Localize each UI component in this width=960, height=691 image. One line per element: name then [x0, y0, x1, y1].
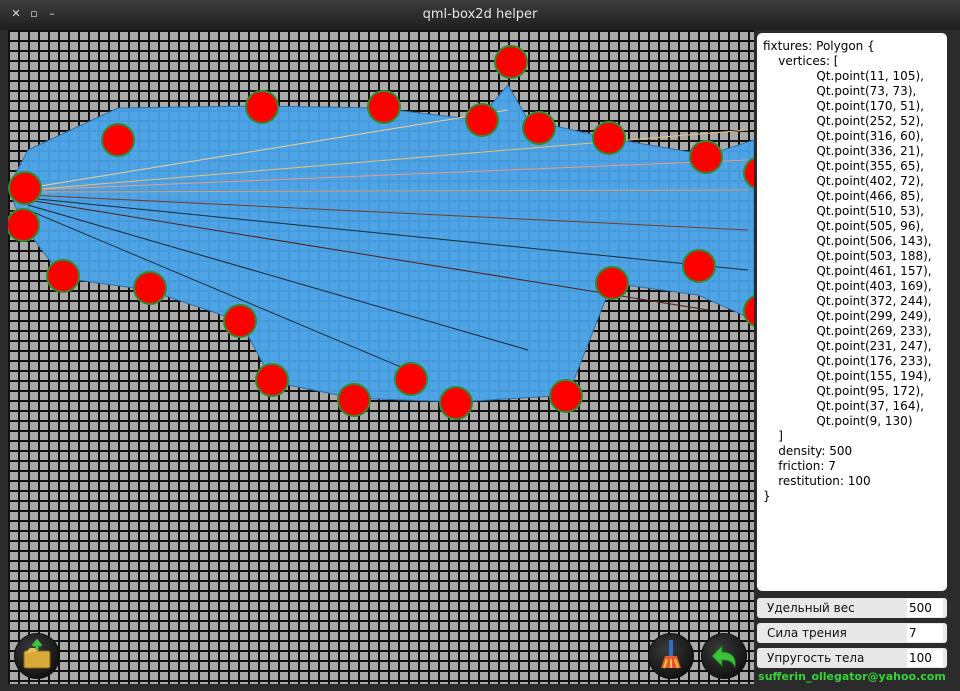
vertex-handle[interactable] [223, 304, 257, 338]
code-line: Qt.point(355, 65), [816, 159, 924, 173]
code-line: Qt.point(37, 164), [816, 399, 924, 413]
code-line: Qt.point(170, 51), [816, 99, 924, 113]
code-line: Qt.point(316, 60), [816, 129, 924, 143]
code-line: restitution: 100 [778, 474, 871, 488]
clear-button[interactable] [648, 633, 694, 679]
vertex-handle[interactable] [8, 171, 42, 205]
vertex-handle[interactable] [46, 259, 80, 293]
code-line: Qt.point(73, 73), [816, 84, 917, 98]
code-line: Qt.point(402, 72), [816, 174, 924, 188]
code-line: Qt.point(372, 244), [816, 294, 932, 308]
code-line: Qt.point(155, 194), [816, 369, 932, 383]
vertex-handle[interactable] [394, 362, 428, 396]
restitution-label: Упругость тела [767, 651, 865, 665]
restitution-input[interactable] [907, 649, 943, 667]
vertex-handle[interactable] [465, 103, 499, 137]
code-line: Qt.point(231, 247), [816, 339, 932, 353]
code-line: friction: 7 [778, 459, 836, 473]
vertex-handle[interactable] [494, 45, 528, 79]
editor-canvas[interactable] [8, 30, 754, 684]
density-field: Удельный вес [757, 598, 947, 618]
vertex-handle[interactable] [101, 123, 135, 157]
vertex-handle[interactable] [689, 140, 723, 174]
code-line: Qt.point(503, 188), [816, 249, 932, 263]
vertex-handle[interactable] [367, 90, 401, 124]
vertex-handle[interactable] [595, 266, 629, 300]
code-line: density: 500 [778, 444, 853, 458]
code-line: Qt.point(336, 21), [816, 144, 924, 158]
code-line: Qt.point(11, 105), [816, 69, 924, 83]
author-email: sufferin_ollegator@yahoo.com [758, 670, 946, 683]
vertex-handle[interactable] [682, 249, 716, 283]
code-line: Qt.point(403, 169), [816, 279, 932, 293]
undo-button[interactable] [701, 633, 747, 679]
code-panel: fixtures: Polygon { vertices: [ Qt.point… [757, 33, 947, 591]
open-image-button[interactable] [14, 633, 60, 679]
vertex-handle[interactable] [133, 271, 167, 305]
vertex-handle[interactable] [549, 379, 583, 413]
code-line: Qt.point(505, 96), [816, 219, 924, 233]
vertex-handle[interactable] [245, 90, 279, 124]
polygon-code: fixtures: Polygon { vertices: [ Qt.point… [757, 33, 947, 504]
polygon-overlay [8, 45, 754, 420]
broom-icon [661, 640, 681, 669]
folder-open-icon [23, 638, 51, 669]
density-input[interactable] [907, 599, 943, 617]
code-line: fixtures: Polygon { [763, 39, 875, 53]
vertex-handle[interactable] [439, 386, 473, 420]
code-line: Qt.point(510, 53), [816, 204, 924, 218]
code-line: Qt.point(176, 233), [816, 354, 932, 368]
code-line: ] [778, 429, 783, 443]
code-line: Qt.point(9, 130) [816, 414, 913, 428]
code-line: Qt.point(506, 143), [816, 234, 932, 248]
code-line: Qt.point(299, 249), [816, 309, 932, 323]
vertex-handle[interactable] [8, 208, 40, 242]
code-line: Qt.point(466, 85), [816, 189, 924, 203]
vertex-handle[interactable] [255, 363, 289, 397]
friction-field: Сила трения [757, 623, 947, 643]
code-line: Qt.point(269, 233), [816, 324, 932, 338]
vertex-handle[interactable] [337, 383, 371, 417]
friction-input[interactable] [907, 624, 943, 642]
code-line: Qt.point(95, 172), [816, 384, 924, 398]
vertex-handle[interactable] [592, 121, 626, 155]
code-line: } [763, 489, 771, 503]
title-bar: ✕ ▫ – qml-box2d helper [0, 0, 960, 30]
undo-arrow-icon [711, 644, 736, 669]
restitution-field: Упругость тела [757, 648, 947, 668]
friction-label: Сила трения [767, 626, 847, 640]
density-label: Удельный вес [767, 601, 855, 615]
window-title: qml-box2d helper [422, 7, 538, 22]
vertex-handle[interactable] [522, 111, 556, 145]
code-line: vertices: [ [778, 54, 839, 68]
code-line: Qt.point(252, 52), [816, 114, 924, 128]
code-line: Qt.point(461, 157), [816, 264, 932, 278]
